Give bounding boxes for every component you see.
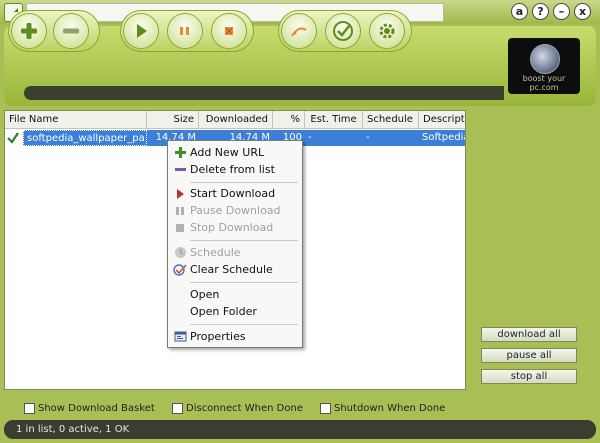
check-icon xyxy=(333,21,353,41)
stop-all-button[interactable]: stop all xyxy=(481,369,577,384)
shutdown-checkbox[interactable]: Shutdown When Done xyxy=(320,401,445,415)
delete-url-button[interactable] xyxy=(54,14,88,48)
schedule-button[interactable] xyxy=(282,14,316,48)
add-url-icon xyxy=(171,145,189,161)
toolbar-divider-bar xyxy=(24,86,504,100)
menu-item-label: Pause Download xyxy=(190,204,281,217)
schedule-icon xyxy=(171,245,189,261)
menu-separator xyxy=(190,182,298,183)
close-button[interactable]: x xyxy=(574,3,591,20)
add-url-button[interactable] xyxy=(12,14,46,48)
menu-item-add-url[interactable]: Add New URL xyxy=(168,144,302,161)
help-button[interactable]: ? xyxy=(532,3,549,20)
pause-all-button[interactable]: pause all xyxy=(481,348,577,363)
menu-item-label: Delete from list xyxy=(190,163,275,176)
menu-item-open[interactable]: Open xyxy=(168,286,302,303)
menu-separator xyxy=(190,324,298,325)
cell-file-name: softpedia_wallpaper_pa... xyxy=(23,130,147,146)
pause-icon xyxy=(180,27,189,35)
context-menu: Add New URL Delete from list Start Downl… xyxy=(167,140,303,348)
menu-item-start-download[interactable]: Start Download xyxy=(168,185,302,202)
about-button[interactable]: a xyxy=(511,3,528,20)
settings-button[interactable] xyxy=(370,14,404,48)
menu-item-open-folder[interactable]: Open Folder xyxy=(168,303,302,320)
play-icon xyxy=(137,24,147,38)
menu-item-clear-schedule[interactable]: Clear Schedule xyxy=(168,261,302,278)
brand-logo: boost your pc.com xyxy=(508,38,580,94)
menu-item-schedule[interactable]: Schedule xyxy=(168,244,302,261)
menu-separator xyxy=(190,240,298,241)
menu-item-delete[interactable]: Delete from list xyxy=(168,161,302,178)
column-header-schedule[interactable]: Schedule xyxy=(363,111,419,129)
shutdown-label: Shutdown When Done xyxy=(334,402,446,414)
stop-download-button[interactable] xyxy=(212,14,246,48)
delete-icon xyxy=(171,162,189,178)
minus-icon xyxy=(63,28,79,34)
start-download-button[interactable] xyxy=(124,14,158,48)
menu-item-label: Start Download xyxy=(190,187,276,200)
gear-icon xyxy=(379,23,395,39)
menu-item-stop-download[interactable]: Stop Download xyxy=(168,219,302,236)
menu-item-label: Open Folder xyxy=(190,305,257,318)
column-header-est-time[interactable]: Est. Time xyxy=(305,111,363,129)
menu-separator xyxy=(190,282,298,283)
download-controls-group xyxy=(120,10,254,52)
properties-icon xyxy=(171,329,189,345)
schedule-controls-group xyxy=(278,10,412,52)
menu-item-label: Stop Download xyxy=(190,221,274,234)
column-header-description[interactable]: Description xyxy=(419,111,465,129)
options-bar: Show Download Basket Disconnect When Don… xyxy=(0,398,600,418)
clear-schedule-icon xyxy=(171,262,189,278)
checkbox-box[interactable] xyxy=(320,402,331,414)
clear-schedule-button[interactable] xyxy=(326,14,360,48)
menu-item-label: Clear Schedule xyxy=(190,263,273,276)
status-bar: 1 in list, 0 active, 1 OK xyxy=(4,420,596,439)
menu-item-label: Schedule xyxy=(190,246,241,259)
disconnect-label: Disconnect When Done xyxy=(186,402,303,414)
menu-item-label: Properties xyxy=(190,330,246,343)
pause-download-button[interactable] xyxy=(168,14,202,48)
cell-schedule: - xyxy=(363,130,419,146)
column-header-file-name[interactable]: File Name xyxy=(5,111,147,129)
show-basket-label: Show Download Basket xyxy=(38,402,155,414)
completed-check-icon xyxy=(5,130,23,146)
globe-icon xyxy=(530,44,560,74)
stop-icon xyxy=(225,27,233,35)
menu-item-label: Add New URL xyxy=(190,146,265,159)
minimize-button[interactable]: – xyxy=(553,3,570,20)
schedule-icon xyxy=(291,27,307,37)
pause-icon xyxy=(171,203,189,219)
add-remove-group xyxy=(8,10,100,52)
column-header-downloaded[interactable]: Downloaded xyxy=(199,111,273,129)
column-header-size[interactable]: Size xyxy=(147,111,199,129)
checkbox-box[interactable] xyxy=(24,402,35,414)
plus-icon xyxy=(21,23,37,39)
start-icon xyxy=(171,186,189,202)
menu-item-pause-download[interactable]: Pause Download xyxy=(168,202,302,219)
stop-icon xyxy=(171,220,189,236)
cell-est-time: - xyxy=(305,130,363,146)
menu-item-label: Open xyxy=(190,288,220,301)
logo-text: boost your pc.com xyxy=(522,74,566,92)
checkbox-box[interactable] xyxy=(172,402,183,414)
download-all-button[interactable]: download all xyxy=(481,327,577,342)
column-header-percent[interactable]: % xyxy=(273,111,305,129)
disconnect-checkbox[interactable]: Disconnect When Done xyxy=(172,401,303,415)
cell-description: Softpedia xyxy=(419,130,465,146)
menu-item-properties[interactable]: Properties xyxy=(168,328,302,345)
show-basket-checkbox[interactable]: Show Download Basket xyxy=(24,401,155,415)
